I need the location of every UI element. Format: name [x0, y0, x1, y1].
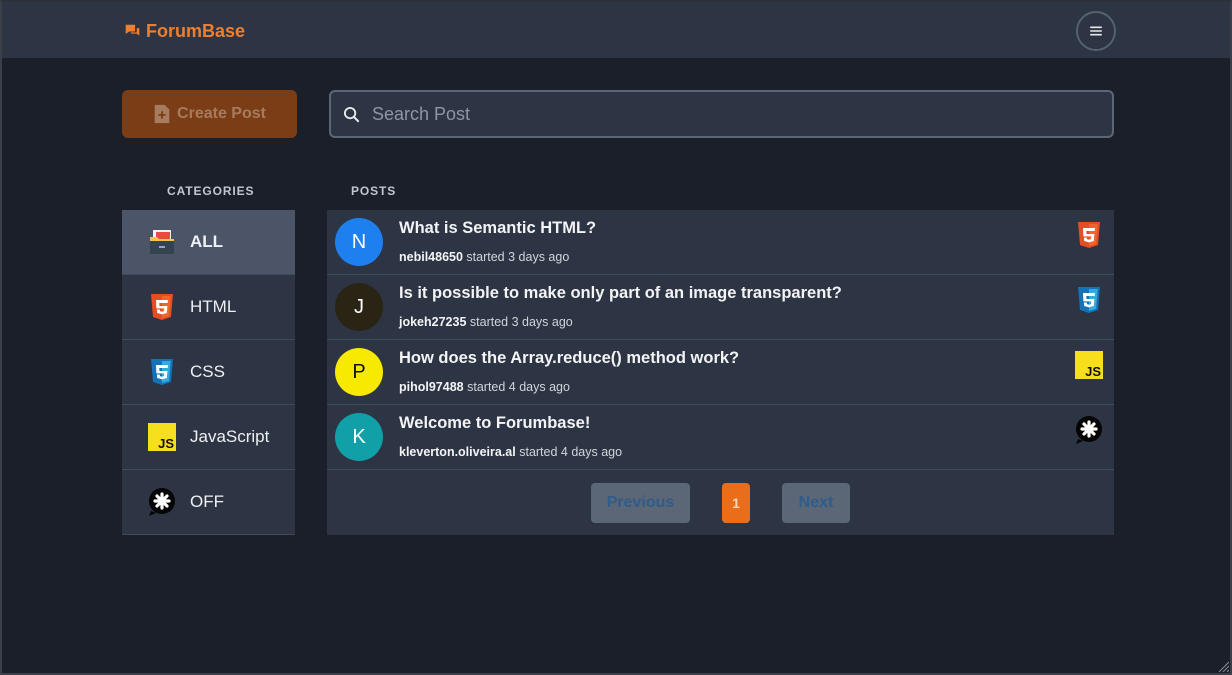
hamburger-icon — [1090, 26, 1102, 36]
search-input[interactable] — [372, 103, 1112, 125]
post-author[interactable]: nebil48650 — [399, 250, 463, 264]
post-meta: nebil48650 started 3 days ago — [399, 250, 569, 264]
posts-heading: POSTS — [351, 184, 397, 198]
css3-icon — [147, 357, 177, 387]
html5-icon — [1074, 220, 1104, 250]
post-title[interactable]: What is Semantic HTML? — [399, 219, 596, 238]
js-icon: JS — [147, 422, 177, 452]
html5-icon — [147, 292, 177, 322]
post-row[interactable]: K Welcome to Forumbase! kleverton.olivei… — [327, 405, 1114, 470]
post-meta: kleverton.oliveira.al started 4 days ago — [399, 445, 622, 459]
search-bar — [329, 90, 1114, 138]
page-1-button[interactable]: 1 — [722, 483, 750, 523]
post-time: started 4 days ago — [467, 380, 570, 394]
categories-list: ALL HTML CSS JS JavaScript OFF — [122, 210, 295, 535]
category-label: CSS — [190, 362, 225, 381]
post-time: started 3 days ago — [466, 250, 570, 264]
off-topic-icon — [1074, 415, 1104, 445]
brand-logo[interactable]: ForumBase — [124, 21, 245, 42]
post-row[interactable]: J Is it possible to make only part of an… — [327, 275, 1114, 340]
resize-handle-icon[interactable] — [1217, 660, 1229, 672]
category-label: HTML — [190, 297, 237, 316]
category-item-html[interactable]: HTML — [122, 275, 295, 340]
post-meta: jokeh27235 started 3 days ago — [399, 315, 573, 329]
category-item-css[interactable]: CSS — [122, 340, 295, 405]
categories-heading: CATEGORIES — [167, 184, 255, 198]
avatar: N — [335, 218, 383, 266]
top-navbar: ForumBase — [2, 2, 1230, 58]
pagination: Previous 1 Next — [327, 470, 1114, 535]
post-time: started 3 days ago — [469, 315, 573, 329]
category-item-off[interactable]: OFF — [122, 470, 295, 535]
file-plus-icon — [154, 104, 170, 124]
js-icon: JS — [1074, 350, 1104, 380]
svg-text:JS: JS — [1085, 364, 1101, 379]
css3-icon — [1074, 285, 1104, 315]
category-item-all[interactable]: ALL — [122, 210, 295, 275]
post-author[interactable]: jokeh27235 — [399, 315, 466, 329]
posts-list: N What is Semantic HTML? nebil48650 star… — [327, 210, 1114, 535]
avatar: J — [335, 283, 383, 331]
post-title[interactable]: Is it possible to make only part of an i… — [399, 284, 842, 303]
svg-text:JS: JS — [158, 436, 174, 451]
file-cabinet-icon — [147, 227, 177, 257]
post-row[interactable]: N What is Semantic HTML? nebil48650 star… — [327, 210, 1114, 275]
previous-button[interactable]: Previous — [591, 483, 690, 523]
post-title[interactable]: How does the Array.reduce() method work? — [399, 349, 739, 368]
category-label: JavaScript — [190, 427, 270, 446]
brand-name: ForumBase — [146, 21, 246, 41]
post-time: started 4 days ago — [519, 445, 623, 459]
off-topic-icon — [147, 487, 177, 517]
post-title[interactable]: Welcome to Forumbase! — [399, 414, 590, 433]
next-button[interactable]: Next — [782, 483, 850, 523]
category-label: ALL — [190, 232, 224, 251]
menu-button[interactable] — [1076, 11, 1116, 51]
create-post-label: Create Post — [177, 105, 266, 122]
category-label: OFF — [190, 492, 224, 511]
post-row[interactable]: P How does the Array.reduce() method wor… — [327, 340, 1114, 405]
avatar: P — [335, 348, 383, 396]
post-author[interactable]: pihol97488 — [399, 380, 464, 394]
chat-bubbles-icon — [125, 24, 140, 36]
avatar: K — [335, 413, 383, 461]
category-item-javascript[interactable]: JS JavaScript — [122, 405, 295, 470]
post-author[interactable]: kleverton.oliveira.al — [399, 445, 516, 459]
create-post-button[interactable]: Create Post — [122, 90, 297, 138]
post-meta: pihol97488 started 4 days ago — [399, 380, 570, 394]
search-icon — [343, 106, 360, 122]
